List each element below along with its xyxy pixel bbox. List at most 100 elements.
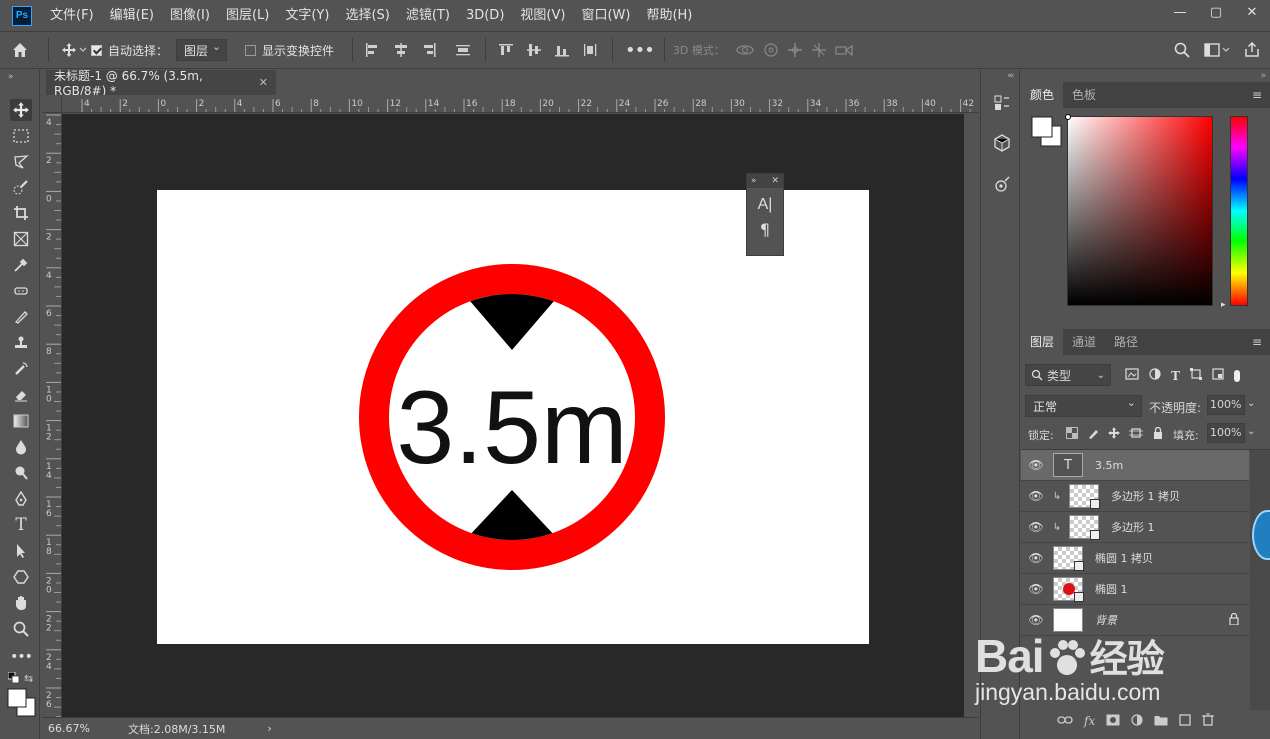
dodge-tool-icon[interactable] — [10, 462, 32, 484]
tab-layers[interactable]: 图层 — [1021, 329, 1064, 355]
menu-image[interactable]: 图像(I) — [162, 0, 218, 31]
more-options-icon[interactable]: ••• — [625, 40, 655, 61]
tab-paths[interactable]: 路径 — [1105, 329, 1147, 355]
expand-panel-icon[interactable]: » — [751, 176, 757, 186]
dock-expand-icon[interactable]: » — [1260, 71, 1266, 81]
menu-edit[interactable]: 编辑(E) — [102, 0, 162, 31]
filter-shape-icon[interactable] — [1189, 368, 1202, 383]
eye-icon[interactable]: 👁 — [1021, 458, 1051, 472]
layer-name[interactable]: 椭圆 1 — [1095, 581, 1128, 597]
lock-transparent-icon[interactable] — [1066, 427, 1078, 442]
photoshop-logo[interactable]: Ps — [12, 5, 32, 26]
eye-icon[interactable]: 👁 — [1021, 582, 1051, 596]
fg-bg-color-swatch[interactable] — [1031, 116, 1063, 151]
layers-scrollbar[interactable] — [1250, 450, 1270, 710]
3d-camera-icon[interactable] — [835, 42, 853, 58]
clone-stamp-tool-icon[interactable] — [10, 332, 32, 354]
edit-toolbar-icon[interactable]: ••• — [10, 646, 33, 668]
menu-filter[interactable]: 滤镜(T) — [398, 0, 458, 31]
3d-slide-icon[interactable] — [811, 42, 827, 58]
history-panel-icon[interactable] — [991, 92, 1013, 114]
home-icon[interactable] — [0, 42, 40, 58]
new-layer-icon[interactable] — [1179, 712, 1191, 729]
type-tool-icon[interactable]: T — [10, 514, 32, 536]
status-menu-arrow[interactable]: › — [267, 722, 271, 735]
maximize-icon[interactable]: ▢ — [1198, 0, 1234, 24]
filter-adjustment-icon[interactable] — [1149, 368, 1161, 383]
frame-tool-icon[interactable] — [10, 228, 32, 250]
eyedropper-tool-icon[interactable] — [10, 254, 32, 276]
menu-select[interactable]: 选择(S) — [337, 0, 397, 31]
menu-help[interactable]: 帮助(H) — [638, 0, 700, 31]
fx-icon[interactable]: fx — [1084, 714, 1095, 728]
path-select-tool-icon[interactable] — [10, 540, 32, 562]
default-colors-icon[interactable] — [7, 671, 20, 687]
link-layers-icon[interactable] — [1057, 714, 1073, 728]
align-bottom-icon[interactable] — [554, 43, 570, 57]
auto-select-dropdown[interactable]: 图层 — [176, 39, 228, 61]
lasso-tool-icon[interactable] — [10, 151, 32, 173]
eye-icon[interactable]: 👁 — [1021, 520, 1051, 534]
delete-layer-icon[interactable] — [1202, 713, 1215, 729]
lock-pixels-icon[interactable] — [1087, 427, 1099, 442]
pen-tool-icon[interactable] — [10, 488, 32, 510]
menu-layer[interactable]: 图层(L) — [218, 0, 277, 31]
layers-panel-menu-icon[interactable]: ≡ — [1252, 335, 1262, 349]
distribute-v-icon[interactable] — [582, 43, 598, 57]
polygon-tool-icon[interactable] — [10, 566, 32, 588]
layer-name[interactable]: 椭圆 1 拷贝 — [1095, 550, 1153, 566]
opacity-input[interactable]: 100% — [1207, 395, 1245, 415]
new-group-icon[interactable] — [1154, 714, 1168, 729]
close-icon[interactable]: ✕ — [1234, 0, 1270, 24]
show-transform-checkbox[interactable] — [245, 44, 257, 56]
lock-position-icon[interactable] — [1108, 427, 1120, 442]
vertical-ruler[interactable]: 4202468101214161820222426 — [42, 113, 62, 717]
layer-name[interactable]: 多边形 1 — [1111, 519, 1155, 535]
layer-name[interactable]: 多边形 1 拷贝 — [1111, 488, 1180, 504]
share-icon[interactable] — [1244, 42, 1260, 58]
swap-colors-icon[interactable]: ⇆ — [24, 672, 33, 685]
align-right-icon[interactable] — [421, 43, 437, 57]
blend-mode-dropdown[interactable]: 正常 — [1025, 395, 1142, 417]
menu-window[interactable]: 窗口(W) — [573, 0, 638, 31]
properties-panel-icon[interactable] — [991, 174, 1013, 196]
healing-brush-tool-icon[interactable] — [10, 280, 32, 302]
quick-select-tool-icon[interactable] — [10, 176, 32, 198]
foreground-background-swatch[interactable] — [7, 688, 37, 721]
eye-icon[interactable]: 👁 — [1021, 489, 1051, 503]
tab-channels[interactable]: 通道 — [1063, 329, 1105, 355]
gradient-tool-icon[interactable] — [10, 410, 32, 432]
layer-row-ellipse-copy[interactable]: 👁 椭圆 1 拷贝 — [1021, 543, 1249, 574]
align-hcenter-icon[interactable] — [393, 43, 409, 57]
layer-name[interactable]: 3.5m — [1095, 459, 1123, 472]
menu-file[interactable]: 文件(F) — [42, 0, 102, 31]
layer-row-polygon[interactable]: 👁 ↳ 多边形 1 — [1021, 512, 1249, 543]
opacity-dropdown-icon[interactable]: ⌄ — [1247, 398, 1255, 409]
3d-pan-icon[interactable] — [787, 42, 803, 58]
color-panel-menu-icon[interactable]: ≡ — [1252, 88, 1262, 102]
menu-view[interactable]: 视图(V) — [512, 0, 573, 31]
lock-artboard-icon[interactable] — [1129, 427, 1143, 442]
tab-swatches[interactable]: 色板 — [1063, 82, 1105, 108]
hand-tool-icon[interactable] — [10, 592, 32, 614]
lock-icon[interactable] — [1229, 612, 1239, 628]
paragraph-icon[interactable]: ¶ — [747, 220, 783, 239]
move-tool-preset-icon[interactable] — [57, 42, 91, 58]
3d-roll-icon[interactable] — [763, 42, 779, 58]
hue-slider[interactable] — [1230, 116, 1248, 306]
close-panel-icon[interactable]: ✕ — [771, 176, 779, 186]
character-icon[interactable]: A| — [747, 196, 783, 214]
close-tab-icon[interactable]: ✕ — [259, 76, 268, 89]
crop-tool-icon[interactable] — [10, 202, 32, 224]
zoom-level[interactable]: 66.67% — [42, 722, 128, 735]
hue-slider-handle[interactable]: ▸ — [1221, 300, 1226, 310]
fill-dropdown-icon[interactable]: ⌄ — [1247, 426, 1255, 437]
filter-type-icon[interactable]: T — [1171, 369, 1180, 383]
color-picker-field[interactable] — [1065, 114, 1213, 306]
layer-row-text[interactable]: 👁 T 3.5m — [1021, 450, 1249, 481]
color-picker-cursor[interactable] — [1065, 114, 1071, 120]
blur-tool-icon[interactable] — [10, 436, 32, 458]
layer-name[interactable]: 背景 — [1095, 612, 1117, 628]
menu-type[interactable]: 文字(Y) — [277, 0, 337, 31]
auto-select-checkbox[interactable] — [91, 44, 102, 56]
